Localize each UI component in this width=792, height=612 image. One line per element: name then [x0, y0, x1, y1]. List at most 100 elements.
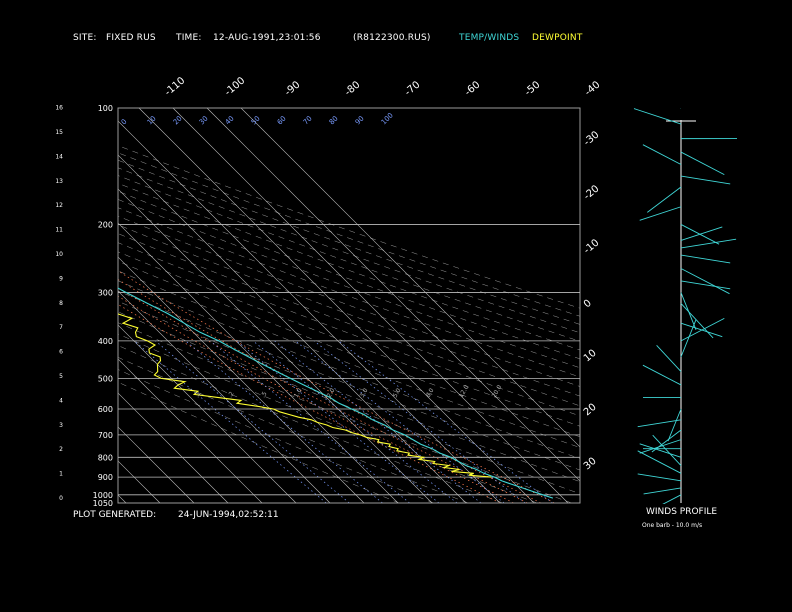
isotherm-line	[118, 460, 161, 503]
wind-barb	[680, 151, 725, 175]
barb-scale-note: One barb - 10.0 m/s	[642, 522, 703, 529]
height-tick-label: 13	[55, 178, 63, 185]
wind-barb	[680, 280, 731, 290]
pressure-tick-label: 400	[98, 337, 113, 346]
isotherm-line	[118, 494, 127, 503]
mixing-ratio-line	[313, 340, 526, 503]
moist-adiabat-line	[118, 270, 555, 503]
height-tick-label: 12	[55, 202, 63, 209]
wind-barb	[643, 487, 682, 495]
height-tick-label: 8	[59, 300, 63, 307]
dry-adiabat-line	[118, 224, 580, 397]
height-tick-label: 14	[55, 153, 63, 160]
wind-barb	[667, 408, 682, 442]
isotherm-line	[0, 108, 92, 503]
dry-adiabat-line	[118, 233, 580, 407]
top-temperature-label: -90	[283, 79, 303, 98]
mixing-ratio-label: 12.0	[458, 384, 471, 399]
pressure-tick-label: 200	[98, 220, 113, 229]
height-tick-label: 7	[59, 324, 63, 331]
isotherm-line	[118, 120, 501, 503]
dewpoint-line	[118, 313, 492, 478]
wind-barb	[639, 439, 682, 454]
winds-profile-title: WINDS PROFILE	[646, 507, 718, 517]
height-tick-label: 3	[59, 422, 63, 429]
height-tick-label: 4	[59, 397, 63, 404]
dry-adiabat-line	[118, 369, 434, 503]
profiles	[118, 287, 554, 499]
isotherm-line	[206, 108, 580, 482]
theta-label: 80	[328, 114, 340, 126]
dry-adiabat-line	[118, 311, 580, 494]
dry-adiabat-line	[118, 322, 572, 503]
dry-adiabat-line	[118, 270, 580, 448]
right-temperature-label: 20	[582, 402, 599, 419]
theta-label: 60	[276, 114, 288, 126]
moist-adiabat-line	[118, 287, 528, 503]
dry-adiabat-line	[118, 167, 580, 333]
theta-label: 90	[354, 114, 366, 126]
pressure-tick-label: 800	[98, 453, 113, 462]
mixing-ratio-label: .2	[227, 390, 236, 399]
right-temperature-label: -30	[582, 129, 602, 148]
wind-barb	[656, 344, 682, 372]
dry-adiabat-line	[118, 152, 580, 317]
isotherm-line	[172, 108, 569, 503]
temperature-line	[118, 287, 554, 499]
wind-barb	[680, 268, 730, 295]
wind-barb	[680, 224, 720, 245]
right-temperature-label: -10	[582, 237, 602, 256]
wind-barb	[680, 226, 723, 241]
wind-barb	[637, 473, 682, 482]
height-tick-label: 16	[55, 105, 63, 112]
isotherm-line	[118, 154, 467, 503]
height-tick-label: 1	[59, 471, 63, 478]
dry-adiabat-line	[118, 207, 580, 378]
moist-adiabat-line	[118, 304, 501, 503]
plot-generated-label: PLOT GENERATED:	[73, 510, 157, 520]
top-temperature-label: -80	[343, 79, 363, 98]
theta-label: 0	[120, 118, 129, 127]
pressure-tick-label: 700	[98, 431, 113, 440]
right-temperature-label: -20	[582, 183, 602, 202]
pressure-tick-label: 900	[98, 473, 113, 482]
isotherm-line	[118, 290, 331, 503]
isotherm-line	[118, 188, 433, 503]
height-tick-label: 2	[59, 446, 63, 453]
top-temperature-label: -40	[583, 79, 603, 98]
height-tick-label: 5	[59, 373, 63, 380]
height-tick-label: 9	[59, 275, 63, 282]
theta-label: 100	[380, 111, 395, 126]
isotherm-line	[118, 392, 229, 503]
theta-label: 20	[172, 114, 184, 126]
theta-label: 30	[198, 114, 210, 126]
right-temperature-label: 0	[582, 298, 594, 311]
skew-t-chart: 1002003004005006007008009001000105001234…	[0, 75, 738, 508]
pressure-tick-label: 300	[98, 289, 113, 298]
dry-adiabat-line	[118, 290, 580, 471]
wind-barb	[680, 108, 681, 109]
top-temperature-label: -110	[163, 75, 187, 98]
top-temperature-label: -60	[463, 79, 483, 98]
height-tick-label: 10	[55, 251, 63, 258]
top-temperature-label: -50	[523, 79, 543, 98]
mixing-ratio-label: 1.0	[293, 387, 304, 399]
wind-barb	[680, 318, 725, 342]
mixing-ratio-line	[295, 340, 505, 503]
dry-adiabat-line	[118, 183, 580, 351]
isotherm-line	[138, 108, 535, 503]
height-tick-label: 6	[59, 349, 63, 356]
dry-adiabat-line	[118, 199, 580, 368]
top-temperature-label: -70	[403, 79, 423, 98]
mixing-ratio-line	[209, 340, 410, 503]
wind-barb	[633, 108, 682, 125]
wind-barb	[637, 450, 682, 474]
isotherm-line	[240, 108, 580, 448]
theta-label: 40	[224, 114, 236, 126]
winds-profile	[633, 108, 738, 504]
dry-adiabat-line	[118, 242, 580, 417]
mixing-ratio-line	[252, 340, 458, 503]
isotherm-line	[0, 108, 24, 503]
background-lines	[0, 108, 580, 503]
dry-adiabat-line	[118, 301, 580, 482]
